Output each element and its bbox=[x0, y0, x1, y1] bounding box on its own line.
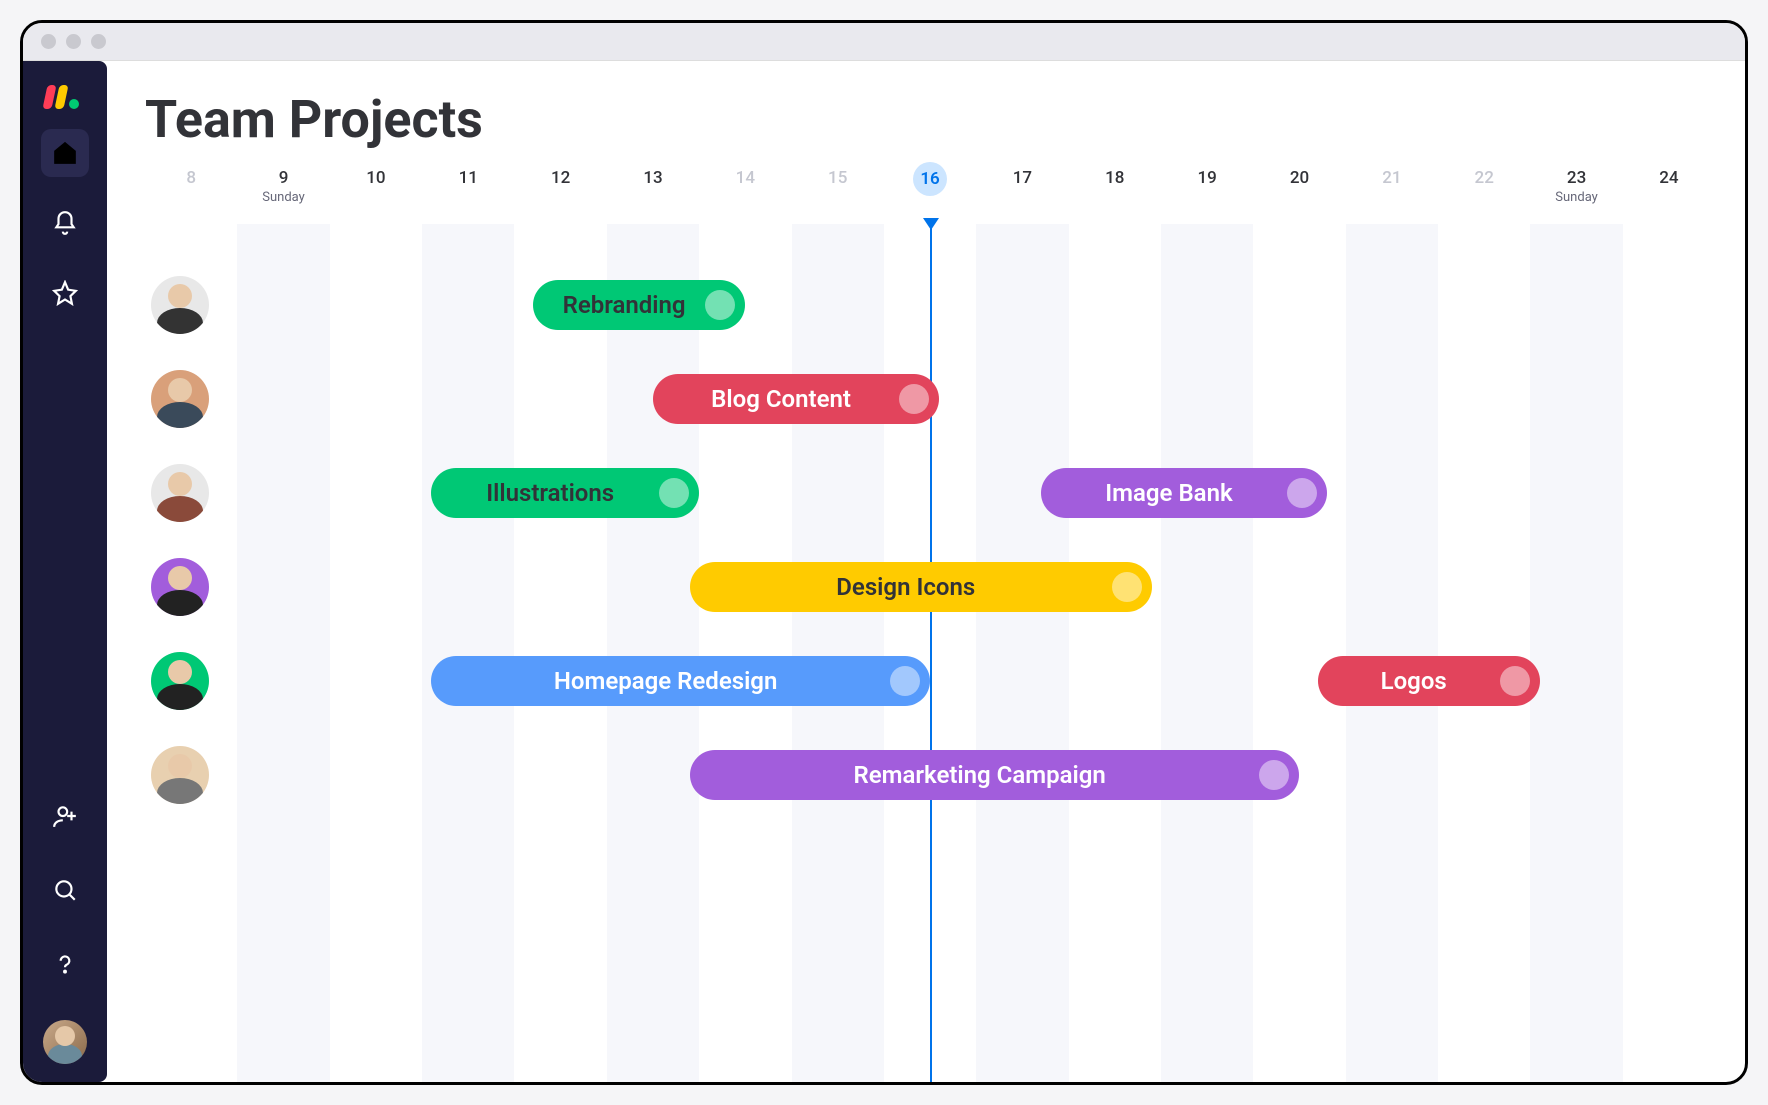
date-number: 15 bbox=[828, 168, 847, 188]
date-number: 10 bbox=[366, 168, 385, 188]
task-label: Image Bank bbox=[1105, 479, 1232, 507]
date-number: 19 bbox=[1197, 168, 1216, 188]
task-pill[interactable]: Remarketing Campaign bbox=[690, 750, 1300, 800]
timeline-row: Blog Content bbox=[145, 352, 1715, 446]
timeline-row: Remarketing Campaign bbox=[145, 728, 1715, 822]
task-handle-icon[interactable] bbox=[1112, 572, 1142, 602]
date-column[interactable]: 24 bbox=[1623, 168, 1715, 224]
timeline-row: Homepage Redesign Logos bbox=[145, 634, 1715, 728]
date-column[interactable]: 18 bbox=[1069, 168, 1161, 224]
date-column[interactable]: 13 bbox=[607, 168, 699, 224]
task-pill[interactable]: Logos bbox=[1318, 656, 1540, 706]
date-number: 22 bbox=[1475, 168, 1494, 188]
task-pill[interactable]: Rebranding bbox=[533, 280, 745, 330]
date-number: 24 bbox=[1659, 168, 1678, 188]
app-body: Team Projects 8 9 Sunday 10 11 12 13 14 15 16 17 18… bbox=[23, 61, 1745, 1082]
date-dayname: Sunday bbox=[237, 190, 329, 205]
task-handle-icon[interactable] bbox=[659, 478, 689, 508]
row-track: Design Icons bbox=[145, 540, 1715, 634]
task-pill[interactable]: Illustrations bbox=[431, 468, 699, 518]
profile-avatar[interactable] bbox=[43, 1020, 87, 1064]
window-dot bbox=[66, 34, 81, 49]
date-column[interactable]: 20 bbox=[1253, 168, 1345, 224]
date-header: 8 9 Sunday 10 11 12 13 14 15 16 17 18 19 20 21 22 23 Sund… bbox=[145, 168, 1715, 224]
titlebar bbox=[23, 23, 1745, 61]
app-window: Team Projects 8 9 Sunday 10 11 12 13 14 15 16 17 18… bbox=[20, 20, 1748, 1085]
date-number: 17 bbox=[1013, 168, 1032, 188]
date-number: 14 bbox=[736, 168, 755, 188]
task-handle-icon[interactable] bbox=[1259, 760, 1289, 790]
page-title: Team Projects bbox=[145, 89, 1715, 150]
date-number: 20 bbox=[1290, 168, 1309, 188]
task-handle-icon[interactable] bbox=[1287, 478, 1317, 508]
date-number: 8 bbox=[186, 168, 196, 188]
logo-icon[interactable] bbox=[45, 81, 85, 109]
task-handle-icon[interactable] bbox=[899, 384, 929, 414]
main-content: Team Projects 8 9 Sunday 10 11 12 13 14 15 16 17 18… bbox=[107, 61, 1745, 1082]
timeline: 8 9 Sunday 10 11 12 13 14 15 16 17 18 19 20 21 22 23 Sund… bbox=[145, 168, 1715, 1082]
row-track: Remarketing Campaign bbox=[145, 728, 1715, 822]
task-label: Rebranding bbox=[563, 291, 686, 319]
bell-icon[interactable] bbox=[41, 199, 89, 247]
date-column[interactable]: 21 bbox=[1346, 168, 1438, 224]
date-column[interactable]: 14 bbox=[699, 168, 791, 224]
date-dayname: Sunday bbox=[1530, 190, 1622, 205]
task-label: Illustrations bbox=[486, 479, 614, 507]
task-label: Blog Content bbox=[711, 385, 851, 413]
row-track: Blog Content bbox=[145, 352, 1715, 446]
date-number: 21 bbox=[1382, 168, 1401, 188]
task-pill[interactable]: Blog Content bbox=[653, 374, 939, 424]
invite-icon[interactable] bbox=[41, 792, 89, 840]
date-number: 12 bbox=[551, 168, 570, 188]
task-pill[interactable]: Homepage Redesign bbox=[431, 656, 930, 706]
date-column[interactable]: 23 Sunday bbox=[1530, 168, 1622, 224]
date-column[interactable]: 9 Sunday bbox=[237, 168, 329, 224]
timeline-rows: Rebranding Blog Content Illustrations Image… bbox=[145, 258, 1715, 1082]
date-number: 23 bbox=[1567, 168, 1586, 188]
date-number: 11 bbox=[459, 168, 478, 188]
date-column[interactable]: 8 bbox=[145, 168, 237, 224]
task-handle-icon[interactable] bbox=[1500, 666, 1530, 696]
task-label: Design Icons bbox=[836, 573, 975, 601]
date-number: 18 bbox=[1105, 168, 1124, 188]
timeline-row: Rebranding bbox=[145, 258, 1715, 352]
task-pill[interactable]: Design Icons bbox=[690, 562, 1152, 612]
row-track: Homepage Redesign Logos bbox=[145, 634, 1715, 728]
date-column[interactable]: 12 bbox=[514, 168, 606, 224]
star-icon[interactable] bbox=[41, 269, 89, 317]
sidebar bbox=[23, 61, 107, 1082]
sidebar-top-nav bbox=[23, 129, 107, 317]
date-column[interactable]: 11 bbox=[422, 168, 514, 224]
date-number: 13 bbox=[643, 168, 662, 188]
task-label: Homepage Redesign bbox=[554, 667, 777, 695]
date-column[interactable]: 17 bbox=[976, 168, 1068, 224]
help-icon[interactable] bbox=[41, 940, 89, 988]
task-pill[interactable]: Image Bank bbox=[1041, 468, 1327, 518]
home-icon[interactable] bbox=[41, 129, 89, 177]
date-number: 9 bbox=[279, 168, 289, 188]
search-icon[interactable] bbox=[41, 866, 89, 914]
timeline-row: Design Icons bbox=[145, 540, 1715, 634]
date-column[interactable]: 10 bbox=[330, 168, 422, 224]
task-label: Remarketing Campaign bbox=[853, 761, 1105, 789]
row-track: Illustrations Image Bank bbox=[145, 446, 1715, 540]
task-label: Logos bbox=[1381, 667, 1447, 695]
row-track: Rebranding bbox=[145, 258, 1715, 352]
date-column[interactable]: 19 bbox=[1161, 168, 1253, 224]
window-dot bbox=[41, 34, 56, 49]
date-column[interactable]: 15 bbox=[792, 168, 884, 224]
date-number: 16 bbox=[913, 162, 947, 196]
date-column[interactable]: 16 bbox=[884, 168, 976, 224]
task-handle-icon[interactable] bbox=[705, 290, 735, 320]
timeline-row: Illustrations Image Bank bbox=[145, 446, 1715, 540]
sidebar-bottom-nav bbox=[23, 792, 107, 1064]
date-column[interactable]: 22 bbox=[1438, 168, 1530, 224]
task-handle-icon[interactable] bbox=[890, 666, 920, 696]
window-dot bbox=[91, 34, 106, 49]
